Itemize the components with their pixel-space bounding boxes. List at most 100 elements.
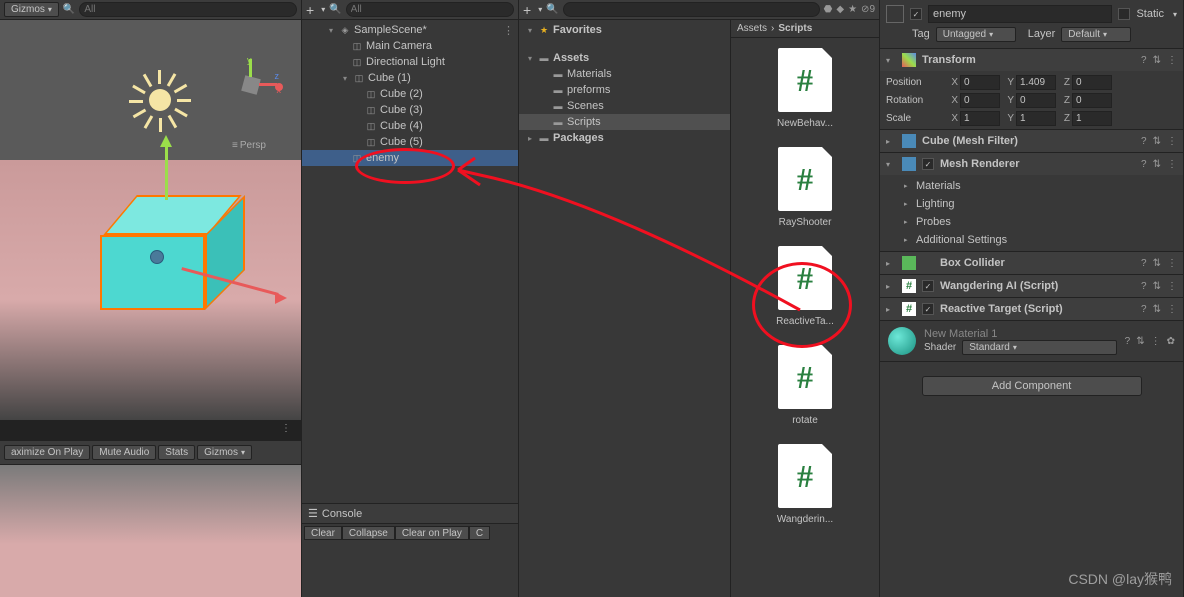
collapse-button[interactable]: Collapse [342,526,395,540]
tag-dropdown[interactable]: Untagged [936,27,1016,42]
shader-dropdown[interactable]: Standard [962,340,1116,355]
menu-icon[interactable]: ⋮ [1167,258,1177,269]
scale-y-input[interactable] [1016,111,1056,126]
add-dropdown[interactable] [535,4,542,15]
script-enabled-checkbox[interactable] [922,280,934,292]
gear-icon[interactable]: ✿ [1167,336,1175,347]
preset-icon[interactable]: ⇅ [1153,304,1161,315]
scene-root[interactable]: ▾ SampleScene* ⋮ [302,22,518,38]
scene-view[interactable]: y x z Persp [0,20,301,420]
favorite-icon[interactable]: ★ [848,4,857,15]
folder-materials[interactable]: Materials [519,66,730,82]
hidden-icon[interactable]: ⊘9 [861,4,875,15]
game-preview[interactable] [0,464,301,597]
add-dropdown[interactable] [318,4,325,15]
hierarchy-item-cube5[interactable]: Cube (5) [302,134,518,150]
help-icon[interactable]: ? [1125,336,1131,347]
script-rayshooter[interactable]: #RayShooter [731,147,879,228]
position-x-input[interactable] [960,75,1000,90]
material-slot[interactable]: New Material 1 Shader Standard ?⇅⋮✿ [880,321,1183,362]
add-icon[interactable]: + [523,2,531,18]
directional-light-gizmo[interactable] [130,70,190,130]
foldout-icon[interactable]: ▾ [326,26,336,35]
enemy-cube-gizmo[interactable] [95,195,225,315]
static-checkbox[interactable] [1118,8,1130,20]
menu-icon[interactable]: ⋮ [1167,159,1177,170]
project-search-input[interactable] [563,2,820,17]
folder-scripts[interactable]: Scripts [519,114,730,130]
script-enabled-checkbox[interactable] [922,303,934,315]
foldout-icon[interactable]: ▸ [886,282,896,291]
hierarchy-item-cube2[interactable]: Cube (2) [302,86,518,102]
script-reactivetarget[interactable]: #ReactiveTa... [731,246,879,327]
search-by-type-icon[interactable]: ⬣ [824,4,833,15]
materials-foldout[interactable]: ▸Materials [886,177,1177,195]
gizmos2-button[interactable]: Gizmos [197,445,252,460]
script-rotate[interactable]: #rotate [731,345,879,426]
help-icon[interactable]: ? [1141,55,1147,66]
preset-icon[interactable]: ⇅ [1153,258,1161,269]
gizmos-dropdown[interactable]: Gizmos [4,2,59,17]
hierarchy-item-light[interactable]: Directional Light [302,54,518,70]
preset-icon[interactable]: ⇅ [1153,281,1161,292]
stats-button[interactable]: Stats [158,445,195,460]
folder-preforms[interactable]: preforms [519,82,730,98]
position-y-input[interactable] [1016,75,1056,90]
hierarchy-item-cube3[interactable]: Cube (3) [302,102,518,118]
foldout-icon[interactable]: ▾ [886,56,896,65]
rotation-x-input[interactable] [960,93,1000,108]
active-checkbox[interactable] [910,8,922,20]
mute-audio-button[interactable]: Mute Audio [92,445,156,460]
script-newbehaviour[interactable]: #NewBehav... [731,48,879,129]
foldout-icon[interactable]: ▸ [886,305,896,314]
packages-folder[interactable]: ▸Packages [519,130,730,146]
hierarchy-item-camera[interactable]: Main Camera [302,38,518,54]
preset-icon[interactable]: ⇅ [1153,55,1161,66]
position-z-input[interactable] [1072,75,1112,90]
view-gizmo[interactable]: y x z [221,55,281,115]
scene-menu-icon[interactable]: ⋮ [499,24,518,37]
folder-scenes[interactable]: Scenes [519,98,730,114]
script-wangdering[interactable]: #Wangderin... [731,444,879,525]
clear-on-play-button[interactable]: Clear on Play [395,526,469,540]
hierarchy-search-input[interactable] [346,2,514,17]
help-icon[interactable]: ? [1141,281,1147,292]
help-icon[interactable]: ? [1141,304,1147,315]
gameobject-icon[interactable] [886,5,904,23]
scale-x-input[interactable] [960,111,1000,126]
scene-search-input[interactable] [79,2,297,17]
preset-icon[interactable]: ⇅ [1153,159,1161,170]
clear-button[interactable]: Clear [304,526,342,540]
menu-icon[interactable]: ⋮ [1151,336,1161,347]
add-component-button[interactable]: Add Component [922,376,1142,396]
object-name-input[interactable] [928,5,1112,23]
hierarchy-item-enemy[interactable]: enemy [302,150,518,166]
foldout-icon[interactable]: ▸ [886,137,896,146]
foldout-icon[interactable]: ▾ [886,160,896,169]
menu-icon[interactable]: ⋮ [1167,281,1177,292]
c-button[interactable]: C [469,526,490,540]
menu-icon[interactable]: ⋮ [1167,136,1177,147]
search-by-label-icon[interactable]: ◆ [836,4,844,15]
lighting-foldout[interactable]: ▸Lighting [886,195,1177,213]
probes-foldout[interactable]: ▸Probes [886,213,1177,231]
add-icon[interactable]: + [306,2,314,18]
help-icon[interactable]: ? [1141,159,1147,170]
hierarchy-item-cube1[interactable]: ▾Cube (1) [302,70,518,86]
static-dropdown[interactable] [1170,8,1177,20]
hierarchy-item-cube4[interactable]: Cube (4) [302,118,518,134]
breadcrumb-scripts[interactable]: Scripts [778,23,812,34]
maximize-button[interactable]: aximize On Play [4,445,90,460]
assets-folder[interactable]: ▾Assets [519,50,730,66]
rotation-y-input[interactable] [1016,93,1056,108]
preset-icon[interactable]: ⇅ [1153,136,1161,147]
additional-settings-foldout[interactable]: ▸Additional Settings [886,231,1177,249]
menu-icon[interactable]: ⋮ [1167,55,1177,66]
panel-menu-icon[interactable]: ⋮ [281,423,293,434]
perspective-label[interactable]: Persp [232,140,266,151]
foldout-icon[interactable]: ▾ [340,74,350,83]
foldout-icon[interactable]: ▸ [886,259,896,268]
rotation-z-input[interactable] [1072,93,1112,108]
renderer-enabled-checkbox[interactable] [922,158,934,170]
preset-icon[interactable]: ⇅ [1136,336,1144,347]
